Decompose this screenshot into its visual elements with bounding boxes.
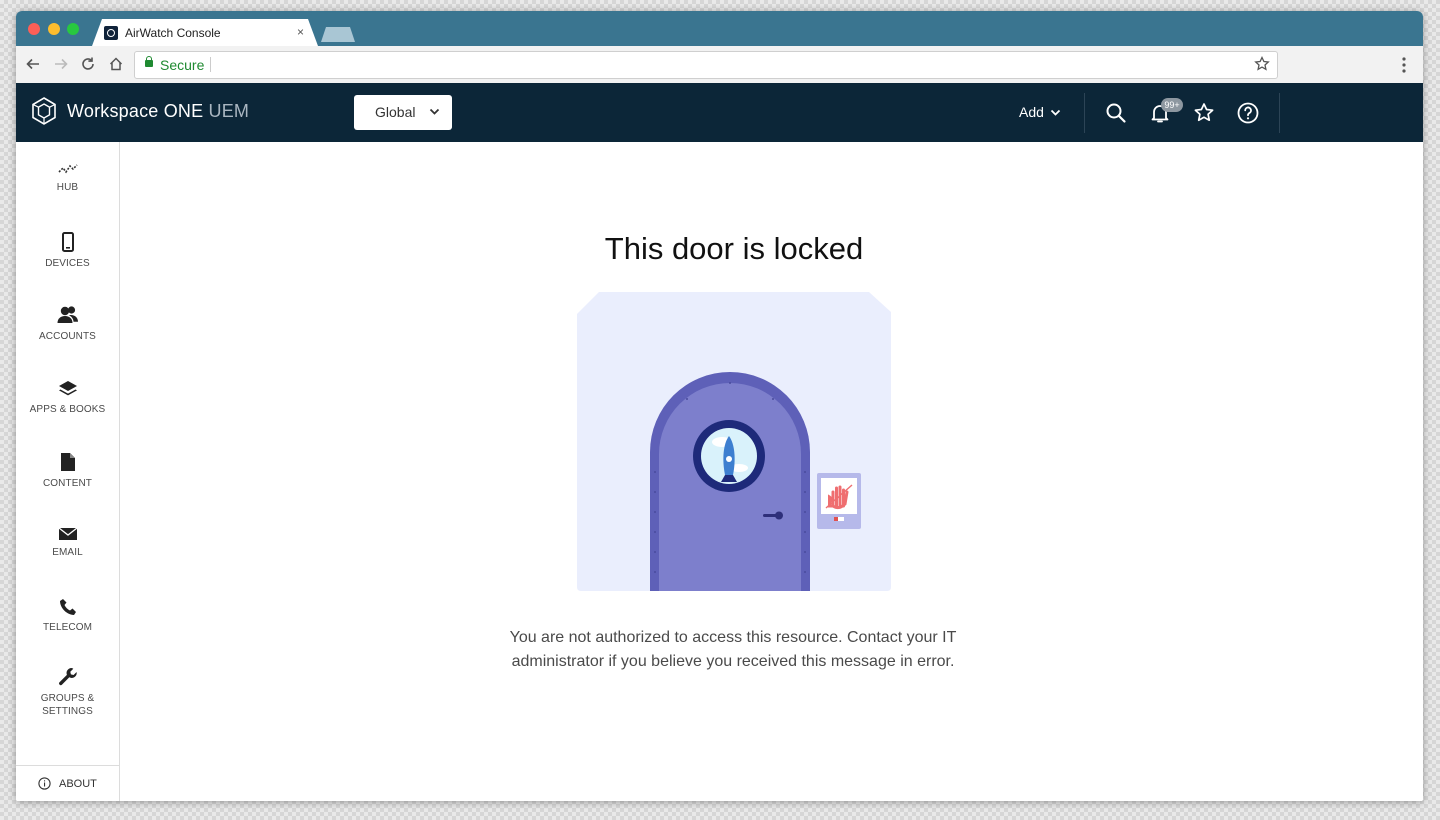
- header-divider: [1084, 93, 1085, 133]
- organization-group-selector[interactable]: Global: [354, 95, 452, 130]
- omnibox-divider: [210, 57, 211, 72]
- sidebar-item-label: DEVICES: [45, 258, 90, 269]
- sidebar-item-label: EMAIL: [52, 547, 83, 558]
- add-label: Add: [1019, 104, 1044, 120]
- brand-name: Workspace ONE UEM: [67, 101, 250, 121]
- sidebar-item-apps-books[interactable]: APPS & BOOKS: [16, 380, 119, 416]
- chevron-down-icon: [1050, 110, 1061, 117]
- about-label: ABOUT: [59, 778, 97, 790]
- phone-icon: [59, 599, 76, 615]
- sidebar-item-label: ACCOUNTS: [39, 331, 96, 342]
- sidebar-item-label: TELECOM: [42, 622, 93, 633]
- browser-tab[interactable]: AirWatch Console ×: [92, 19, 318, 46]
- lock-icon: [145, 56, 153, 67]
- back-icon[interactable]: [23, 54, 43, 74]
- favorites-star-icon[interactable]: [1192, 101, 1216, 125]
- new-tab-button[interactable]: [321, 27, 355, 42]
- hub-icon: [57, 164, 78, 174]
- sidebar-item-label: APPS & BOOKS: [29, 404, 106, 415]
- locked-door-illustration: [577, 292, 891, 591]
- workspace-one-logo-icon[interactable]: [30, 96, 58, 126]
- sidebar-item-telecom[interactable]: TELECOM: [16, 598, 119, 634]
- close-window-button[interactable]: [28, 23, 40, 35]
- sidebar-item-content[interactable]: CONTENT: [16, 452, 119, 490]
- tab-title: AirWatch Console: [125, 26, 221, 40]
- sidebar: HUB DEVICES ACCOUNTS APPS & BOOKS CONTEN…: [16, 142, 120, 801]
- address-bar[interactable]: Secure: [134, 51, 1278, 79]
- airwatch-favicon-icon: [104, 26, 118, 40]
- about-button[interactable]: ABOUT: [16, 765, 119, 801]
- document-icon: [60, 453, 75, 471]
- browser-toolbar: Secure: [16, 46, 1423, 84]
- sidebar-item-label: CONTENT: [42, 478, 93, 489]
- chevron-down-icon: [429, 108, 440, 115]
- reload-icon[interactable]: [78, 54, 98, 74]
- sidebar-item-devices[interactable]: DEVICES: [16, 232, 119, 270]
- org-selector-label: Global: [375, 104, 416, 120]
- tab-close-icon[interactable]: ×: [297, 25, 304, 39]
- notification-count-badge: 99+: [1161, 98, 1183, 112]
- minimize-window-button[interactable]: [48, 23, 60, 35]
- tab-strip: AirWatch Console ×: [16, 11, 1423, 46]
- sidebar-item-label: HUB: [56, 182, 79, 193]
- layers-icon: [58, 381, 77, 396]
- sidebar-item-email[interactable]: EMAIL: [16, 527, 119, 559]
- sidebar-item-accounts[interactable]: ACCOUNTS: [16, 305, 119, 343]
- sidebar-item-groups-settings[interactable]: GROUPS & SETTINGS: [16, 667, 119, 718]
- envelope-icon: [58, 527, 77, 540]
- add-menu-button[interactable]: Add: [1019, 104, 1061, 120]
- sidebar-item-label: GROUPS & SETTINGS: [40, 693, 95, 717]
- info-icon: [38, 777, 51, 790]
- users-icon: [57, 306, 78, 323]
- home-icon[interactable]: [106, 54, 126, 74]
- app-header: Workspace ONE UEM Global Add 99+: [16, 83, 1423, 142]
- sidebar-item-hub[interactable]: HUB: [16, 162, 119, 194]
- security-label: Secure: [160, 57, 205, 73]
- maximize-window-button[interactable]: [67, 23, 79, 35]
- forward-icon[interactable]: [51, 54, 71, 74]
- unauthorized-message: You are not authorized to access this re…: [509, 629, 957, 670]
- browser-window: AirWatch Console × Secure Workspace ONE …: [16, 11, 1423, 801]
- brand-suffix: UEM: [208, 101, 250, 121]
- wrench-icon: [58, 668, 77, 686]
- device-icon: [61, 232, 74, 252]
- main-content: This door is locked You are not authoriz…: [120, 142, 1423, 801]
- bookmark-star-icon[interactable]: [1253, 55, 1271, 73]
- help-icon[interactable]: [1236, 101, 1260, 125]
- search-icon[interactable]: [1104, 101, 1128, 125]
- browser-menu-icon[interactable]: [1398, 55, 1410, 75]
- header-divider: [1279, 93, 1280, 133]
- page-title: This door is locked: [604, 231, 864, 266]
